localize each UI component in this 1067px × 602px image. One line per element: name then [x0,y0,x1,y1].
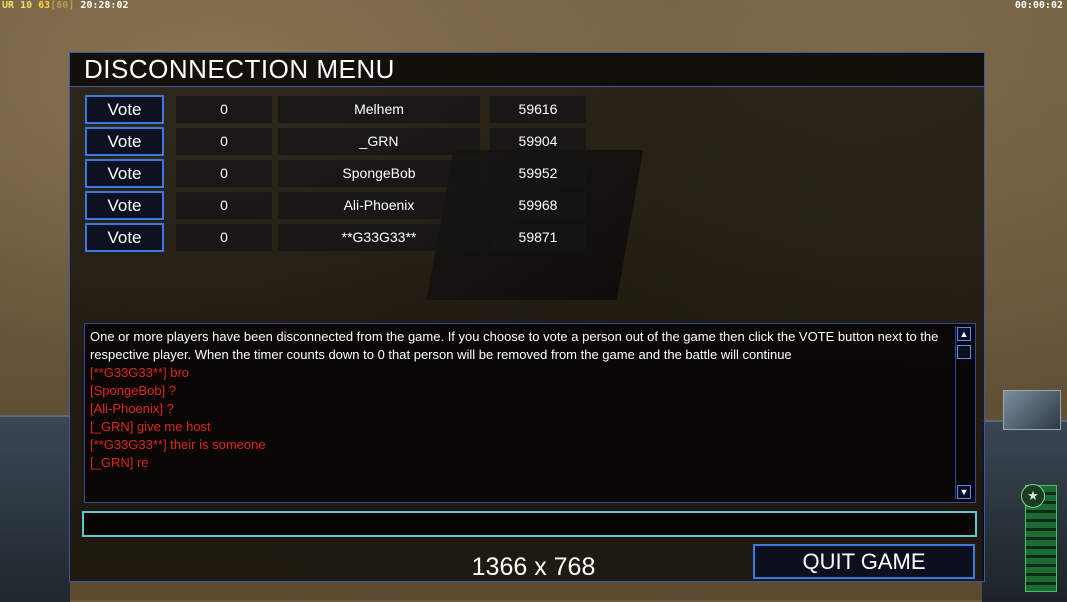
player-name: _GRN [278,128,480,155]
player-ping: 59871 [490,224,586,251]
scroll-thumb[interactable] [957,345,971,359]
ur-label: UR [2,0,15,11]
chat-message: [Ali-Phoenix] ? [90,401,174,416]
chat-message: [**G33G33**] bro [90,365,190,380]
player-ping: 59904 [490,128,586,155]
dialog-title: DISCONNECTION MENU [70,53,984,87]
player-name: Ali-Phoenix [278,192,480,219]
status-bar: UR 10 63[60] 20:28:02 [2,0,129,12]
system-message: One or more players have been disconnect… [90,329,939,362]
chat-message: [_GRN] re [90,455,149,470]
vote-count: 0 [176,192,272,219]
game-timer: 00:00:02 [1014,0,1063,11]
vote-button[interactable]: Vote [85,95,164,124]
resolution-label: 1366 x 768 [471,553,596,581]
disconnection-dialog: DISCONNECTION MENU Vote 0 Melhem 59616 V… [69,52,985,582]
scroll-down-arrow-icon[interactable]: ▼ [957,485,971,499]
chat-message: [**G33G33**] their is someone [90,437,266,452]
vote-button[interactable]: Vote [85,223,164,252]
vote-button[interactable]: Vote [85,127,164,156]
vote-count: 0 [176,224,272,251]
chat-input[interactable] [82,511,977,537]
player-ping: 59952 [490,160,586,187]
message-text: One or more players have been disconnect… [90,328,952,472]
satellite-thumbnail [1003,390,1061,430]
player-ping: 59616 [490,96,586,123]
fps-value: 63 [38,0,51,11]
chat-message: [SpongeBob] ? [90,383,177,398]
message-log[interactable]: One or more players have been disconnect… [84,323,976,503]
fps-limit: [60] [50,0,75,11]
player-ping: 59968 [490,192,586,219]
hud-left-panel [0,415,70,602]
ur-value: 10 [20,0,33,11]
player-name: **G33G33** [278,224,480,251]
chat-message: [_GRN] give me host [90,419,211,434]
message-scrollbar[interactable]: ▲ ▼ [955,327,972,499]
vote-count: 0 [176,96,272,123]
player-name: SpongeBob [278,160,480,187]
vote-count: 0 [176,160,272,187]
star-icon: ★ [1021,484,1045,508]
vote-button[interactable]: Vote [85,191,164,220]
scroll-up-arrow-icon[interactable]: ▲ [957,327,971,341]
player-name: Melhem [278,96,480,123]
vote-count: 0 [176,128,272,155]
clock: 20:28:02 [80,0,129,11]
quit-game-button[interactable]: QUIT GAME [753,544,975,579]
vote-button[interactable]: Vote [85,159,164,188]
